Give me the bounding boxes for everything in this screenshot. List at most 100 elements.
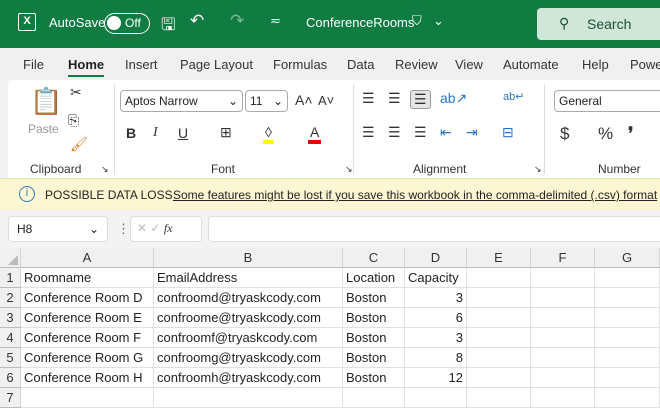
- cell-f5[interactable]: [531, 348, 595, 368]
- info-message-link[interactable]: Some features might be lost if you save …: [173, 188, 657, 202]
- tab-page-layout[interactable]: Page Layout: [180, 57, 253, 72]
- row-header-7[interactable]: 7: [0, 388, 21, 408]
- font-dialog-launcher-icon[interactable]: ↘: [345, 164, 353, 175]
- cell-g5[interactable]: [595, 348, 660, 368]
- cell-a2[interactable]: Conference Room D: [21, 288, 154, 308]
- cell-c5[interactable]: Boston: [343, 348, 405, 368]
- cell-g3[interactable]: [595, 308, 660, 328]
- save-icon[interactable]: 🖫: [161, 12, 175, 41]
- currency-button[interactable]: $: [560, 124, 569, 144]
- cell-a4[interactable]: Conference Room F: [21, 328, 154, 348]
- cell-f6[interactable]: [531, 368, 595, 388]
- cell-b3[interactable]: confroome@tryaskcody.com: [154, 308, 343, 328]
- cell-f4[interactable]: [531, 328, 595, 348]
- formula-input[interactable]: [208, 216, 660, 242]
- cell-a3[interactable]: Conference Room E: [21, 308, 154, 328]
- underline-button[interactable]: U: [178, 125, 188, 141]
- cell-c1[interactable]: Location: [343, 268, 405, 288]
- merge-center-icon[interactable]: ⊟: [502, 124, 514, 141]
- spreadsheet-grid[interactable]: A B C D E F G 1 Roomname EmailAddress Location Capa…: [0, 248, 660, 408]
- cell-f7[interactable]: [531, 388, 595, 408]
- cell-g1[interactable]: [595, 268, 660, 288]
- row-header-5[interactable]: 5: [0, 348, 21, 368]
- increase-indent-icon[interactable]: ⇥: [466, 124, 478, 141]
- cancel-icon[interactable]: ✕: [137, 221, 147, 235]
- align-bottom-icon[interactable]: ☰: [410, 90, 431, 109]
- cell-a7[interactable]: [21, 388, 154, 408]
- align-left-icon[interactable]: ☰: [362, 124, 375, 141]
- column-header-d[interactable]: D: [405, 248, 467, 268]
- cell-c7[interactable]: [343, 388, 405, 408]
- cell-e7[interactable]: [467, 388, 531, 408]
- column-header-c[interactable]: C: [343, 248, 405, 268]
- column-header-e[interactable]: E: [467, 248, 531, 268]
- cell-e2[interactable]: [467, 288, 531, 308]
- number-format-select[interactable]: General: [554, 90, 660, 112]
- cell-g2[interactable]: [595, 288, 660, 308]
- cell-d2[interactable]: 3: [405, 288, 467, 308]
- undo-icon[interactable]: ↶: [190, 11, 204, 31]
- row-header-4[interactable]: 4: [0, 328, 21, 348]
- decrease-indent-icon[interactable]: ⇤: [440, 124, 452, 141]
- paste-icon[interactable]: 📋: [30, 86, 62, 117]
- cell-c3[interactable]: Boston: [343, 308, 405, 328]
- cell-a5[interactable]: Conference Room G: [21, 348, 154, 368]
- enter-icon[interactable]: ✓: [150, 221, 160, 235]
- row-header-2[interactable]: 2: [0, 288, 21, 308]
- cell-b7[interactable]: [154, 388, 343, 408]
- font-name-select[interactable]: Aptos Narrow ⌄: [120, 90, 243, 112]
- select-all-button[interactable]: [0, 248, 21, 268]
- increase-font-icon[interactable]: A˄: [295, 92, 313, 108]
- align-middle-icon[interactable]: ☰: [388, 90, 401, 107]
- cut-icon[interactable]: ✂: [70, 84, 82, 101]
- tab-help[interactable]: Help: [582, 57, 609, 72]
- cell-d7[interactable]: [405, 388, 467, 408]
- fill-color-icon[interactable]: ◊: [263, 124, 274, 144]
- decrease-font-icon[interactable]: A˅: [318, 93, 334, 108]
- cell-g4[interactable]: [595, 328, 660, 348]
- tab-file[interactable]: File: [23, 57, 44, 72]
- cell-f1[interactable]: [531, 268, 595, 288]
- cell-e4[interactable]: [467, 328, 531, 348]
- tab-home[interactable]: Home: [68, 57, 105, 77]
- align-center-icon[interactable]: ☰: [388, 124, 401, 141]
- tab-formulas[interactable]: Formulas: [273, 57, 327, 72]
- cell-d1[interactable]: Capacity: [405, 268, 467, 288]
- tab-review[interactable]: Review: [395, 57, 438, 72]
- chevron-down-icon[interactable]: ⌄: [433, 13, 444, 29]
- cell-b6[interactable]: confroomh@tryaskcody.com: [154, 368, 343, 388]
- tab-automate[interactable]: Automate: [503, 57, 559, 72]
- orientation-icon[interactable]: ab↗: [440, 90, 467, 107]
- wrap-text-icon[interactable]: ab↵: [503, 90, 524, 103]
- name-box[interactable]: H8 ⌄: [8, 216, 108, 242]
- column-header-g[interactable]: G: [595, 248, 660, 268]
- cell-b2[interactable]: confroomd@tryaskcody.com: [154, 288, 343, 308]
- font-size-select[interactable]: 11 ⌄: [245, 90, 288, 112]
- cell-e5[interactable]: [467, 348, 531, 368]
- cell-c2[interactable]: Boston: [343, 288, 405, 308]
- cell-c4[interactable]: Boston: [343, 328, 405, 348]
- cell-c6[interactable]: Boston: [343, 368, 405, 388]
- row-header-1[interactable]: 1: [0, 268, 21, 288]
- dialog-launcher-icon[interactable]: ↘: [101, 164, 109, 175]
- redo-icon[interactable]: ↷: [230, 11, 244, 31]
- cell-b4[interactable]: confroomf@tryaskcody.com: [154, 328, 343, 348]
- percent-button[interactable]: %: [598, 124, 613, 144]
- cell-e6[interactable]: [467, 368, 531, 388]
- cell-d3[interactable]: 6: [405, 308, 467, 328]
- copy-icon[interactable]: ⎘: [68, 112, 79, 129]
- cell-d4[interactable]: 3: [405, 328, 467, 348]
- format-painter-icon[interactable]: 🖌: [70, 136, 88, 153]
- autosave-toggle[interactable]: Off: [104, 13, 150, 34]
- row-header-3[interactable]: 3: [0, 308, 21, 328]
- cell-a6[interactable]: Conference Room H: [21, 368, 154, 388]
- tab-view[interactable]: View: [455, 57, 483, 72]
- cell-e3[interactable]: [467, 308, 531, 328]
- font-color-icon[interactable]: A: [308, 124, 322, 144]
- tab-insert[interactable]: Insert: [125, 57, 158, 72]
- search-box[interactable]: ⚲ Search: [537, 8, 660, 40]
- customize-quick-access-icon[interactable]: ≂: [270, 13, 281, 29]
- cell-e1[interactable]: [467, 268, 531, 288]
- align-top-icon[interactable]: ☰: [362, 90, 375, 107]
- cell-b5[interactable]: confroomg@tryaskcody.com: [154, 348, 343, 368]
